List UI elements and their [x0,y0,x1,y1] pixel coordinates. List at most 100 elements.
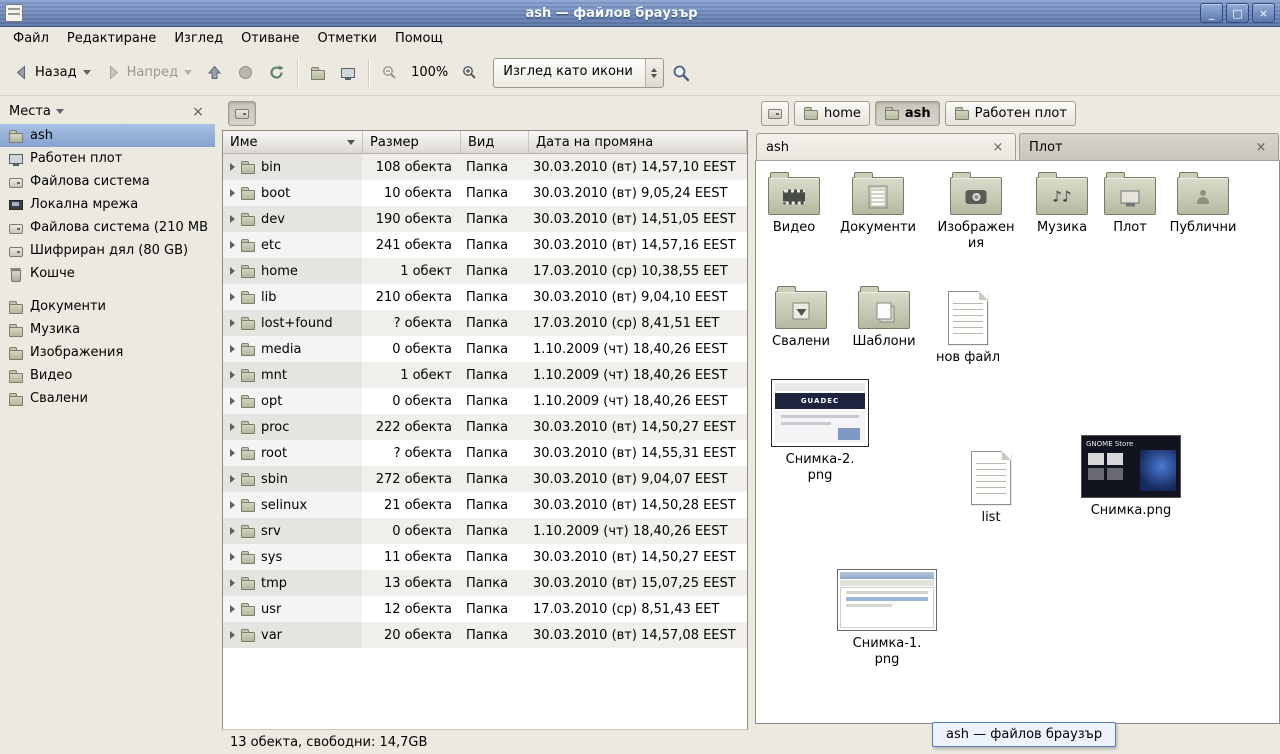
chevron-down-icon[interactable] [83,70,91,75]
table-row[interactable]: proc222 обектаПапка30.03.2010 (вт) 14,50… [223,414,747,440]
expander-icon[interactable] [230,605,235,613]
view-mode-select[interactable]: Изглед като икони [493,58,664,88]
expander-icon[interactable] [230,215,235,223]
menu-item[interactable]: Помощ [386,28,452,49]
table-row[interactable]: lost+found? обектаПапка17.03.2010 (ср) 8… [223,310,747,336]
menu-item[interactable]: Изглед [165,28,232,49]
expander-icon[interactable] [230,553,235,561]
tab-close-icon[interactable]: × [990,139,1006,155]
pathbar-button[interactable]: ash [875,101,940,126]
expander-icon[interactable] [230,449,235,457]
expander-icon[interactable] [230,579,235,587]
icon-view-item[interactable]: нов файл [925,287,1011,366]
expander-icon[interactable] [230,475,235,483]
close-icon[interactable]: × [190,104,206,120]
table-row[interactable]: usr12 обектаПапка17.03.2010 (ср) 8,51,43… [223,596,747,622]
reload-button[interactable] [261,57,292,89]
pathbar-button[interactable]: Работен плот [945,101,1076,126]
zoom-in-button[interactable] [454,57,485,89]
sidebar-item[interactable]: Шифриран дял (80 GB) [0,239,215,262]
menu-item[interactable]: Отметки [308,28,385,49]
expander-icon[interactable] [230,319,235,327]
icon-view-item[interactable]: Документи [835,171,921,236]
tab-close-icon[interactable]: × [1253,139,1269,155]
table-row[interactable]: etc241 обектаПапка30.03.2010 (вт) 14,57,… [223,232,747,258]
expander-icon[interactable] [230,423,235,431]
table-row[interactable]: tmp13 обектаПапка30.03.2010 (вт) 15,07,2… [223,570,747,596]
expander-icon[interactable] [230,527,235,535]
expander-icon[interactable] [230,267,235,275]
pathbar-root-button[interactable] [228,101,256,126]
minimize-button[interactable]: _ [1200,3,1223,23]
pane-resize-handle[interactable] [748,96,755,754]
icon-view-item[interactable]: GUADECСнимка-2. png [770,379,870,483]
sidebar-item[interactable]: Свалени [0,387,215,410]
zoom-out-button[interactable] [374,57,405,89]
close-button[interactable]: × [1252,3,1275,23]
table-row[interactable]: home1 обектПапка17.03.2010 (ср) 10,38,55… [223,258,747,284]
table-row[interactable]: selinux21 обектаПапка30.03.2010 (вт) 14,… [223,492,747,518]
column-header[interactable]: Размер [363,131,461,154]
sidebar-item[interactable]: Работен плот [0,147,215,170]
expander-icon[interactable] [230,631,235,639]
maximize-button[interactable]: □ [1226,3,1249,23]
table-row[interactable]: media0 обектаПапка1.10.2009 (чт) 18,40,2… [223,336,747,362]
table-row[interactable]: mnt1 обектПапка1.10.2009 (чт) 18,40,26 E… [223,362,747,388]
table-row[interactable]: root? обектаПапка30.03.2010 (вт) 14,55,3… [223,440,747,466]
table-row[interactable]: opt0 обектаПапка1.10.2009 (чт) 18,40,26 … [223,388,747,414]
menu-item[interactable]: Отиване [232,28,308,49]
table-row[interactable]: sys11 обектаПапка30.03.2010 (вт) 14,50,2… [223,544,747,570]
expander-icon[interactable] [230,501,235,509]
expander-icon[interactable] [230,189,235,197]
table-row[interactable]: lib210 обектаПапка30.03.2010 (вт) 9,04,1… [223,284,747,310]
sidebar-title[interactable]: Места [9,104,51,119]
sidebar-item[interactable]: ash [0,124,215,147]
table-row[interactable]: sbin272 обектаПапка30.03.2010 (вт) 9,04,… [223,466,747,492]
expander-icon[interactable] [230,371,235,379]
pane-resize-handle[interactable] [215,96,222,754]
icon-view-item[interactable]: Шаблони [841,285,927,350]
sidebar-item[interactable]: Файлова система [0,170,215,193]
expander-icon[interactable] [230,397,235,405]
expander-icon[interactable] [230,293,235,301]
pathbar-button[interactable]: home [794,101,870,126]
sidebar-item[interactable]: Документи [0,295,215,318]
sidebar-item[interactable]: Файлова система (210 MB) [0,216,215,239]
column-header[interactable]: Вид [461,131,529,154]
column-header[interactable]: Име [223,131,363,154]
pathbar-button[interactable] [761,101,789,126]
table-row[interactable]: srv0 обектаПапка1.10.2009 (чт) 18,40,26 … [223,518,747,544]
home-button[interactable] [303,57,333,89]
tab[interactable]: Плот× [1019,133,1279,160]
computer-button[interactable] [333,57,363,89]
menu-item[interactable]: Редактиране [58,28,165,49]
icon-view-item[interactable]: GNOME StoreСнимка.png [1079,435,1183,519]
icon-view-item[interactable]: Свалени [758,285,844,350]
expander-icon[interactable] [230,163,235,171]
table-row[interactable]: dev190 обектаПапка30.03.2010 (вт) 14,51,… [223,206,747,232]
expander-icon[interactable] [230,345,235,353]
icon-view-item[interactable]: Публични [1160,171,1246,236]
back-button[interactable]: Назад [6,57,98,89]
icon-view-item[interactable]: Снимка-1. png [835,569,939,667]
tab[interactable]: ash× [756,133,1016,160]
column-header[interactable]: Дата на промяна [529,131,747,154]
up-button[interactable] [199,57,230,89]
sidebar-item[interactable]: Видео [0,364,215,387]
icon-view-item[interactable]: Изображен ия [936,171,1016,251]
sidebar-item[interactable]: Изображения [0,341,215,364]
table-row[interactable]: bin108 обектаПапка30.03.2010 (вт) 14,57,… [223,154,747,180]
table-row[interactable]: var20 обектаПапка30.03.2010 (вт) 14,57,0… [223,622,747,648]
sidebar-item[interactable]: Музика [0,318,215,341]
forward-button[interactable]: Напред [98,57,199,89]
icon-view-item[interactable]: list [948,447,1034,526]
table-row[interactable]: boot10 обектаПапка30.03.2010 (вт) 9,05,2… [223,180,747,206]
menu-item[interactable]: Файл [4,28,58,49]
expander-icon[interactable] [230,241,235,249]
icon-view-item[interactable]: Видео [755,171,837,236]
search-button[interactable] [664,57,698,89]
stop-button[interactable] [230,57,261,89]
spinner-icon[interactable] [645,59,663,87]
sidebar-item[interactable]: Кошче [0,262,215,285]
sidebar-item[interactable]: Локална мрежа [0,193,215,216]
